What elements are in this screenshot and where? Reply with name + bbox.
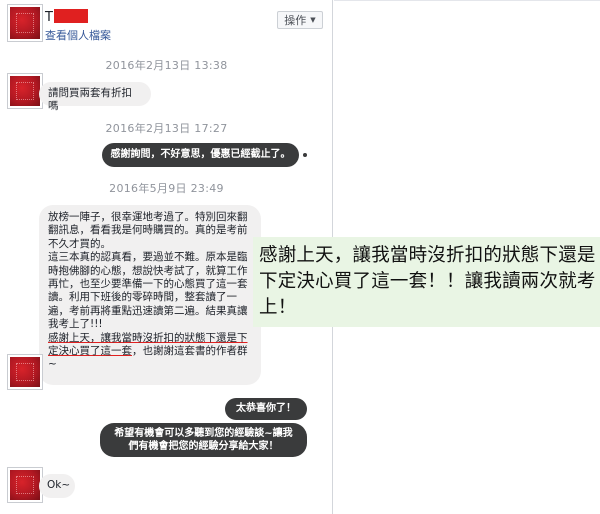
timestamp: 2016年2月13日 17:27 xyxy=(105,122,228,135)
contact-name-text: T xyxy=(45,10,53,25)
name-redaction xyxy=(53,9,88,23)
contact-avatar[interactable] xyxy=(8,468,42,502)
contact-avatar[interactable] xyxy=(8,5,42,41)
view-profile-link[interactable]: 查看個人檔案 xyxy=(45,27,111,43)
actions-button-label: 操作 xyxy=(284,14,307,27)
message-incoming: Ok~ xyxy=(39,474,75,498)
actions-button[interactable]: 操作 ▼ xyxy=(277,11,323,29)
message-outgoing: 希望有機會可以多聽到您的經驗談~讓我們有機會把您的經驗分享給大家！ xyxy=(100,423,307,457)
timestamp: 2016年5月9日 23:49 xyxy=(109,182,224,195)
timestamp: 2016年2月13日 13:38 xyxy=(105,59,228,72)
message-incoming: 請問買兩套有折扣嗎 xyxy=(39,82,151,112)
contact-avatar[interactable] xyxy=(8,355,42,389)
seen-indicator xyxy=(303,153,307,157)
contact-name[interactable]: T xyxy=(45,9,88,25)
callout-text: 感謝上天，讓我當時沒折扣的狀態下還是下定決心買了這一套！！讓我讀兩次就考上！ xyxy=(259,245,596,318)
message-incoming-long: 放榜一陣子，很幸運地考過了。特別回來翻翻訊息，看看我是何時購買的。真的是考前不久… xyxy=(39,205,261,385)
message-outgoing: 感謝詢問，不好意思，優惠已經截止了。 xyxy=(102,143,299,167)
caret-down-icon: ▼ xyxy=(310,16,316,24)
message-outgoing: 太恭喜你了！ xyxy=(225,398,307,420)
message-text-main: 放榜一陣子，很幸運地考過了。特別回來翻翻訊息，看看我是何時購買的。真的是考前不久… xyxy=(48,211,248,331)
contact-avatar[interactable] xyxy=(8,74,42,108)
